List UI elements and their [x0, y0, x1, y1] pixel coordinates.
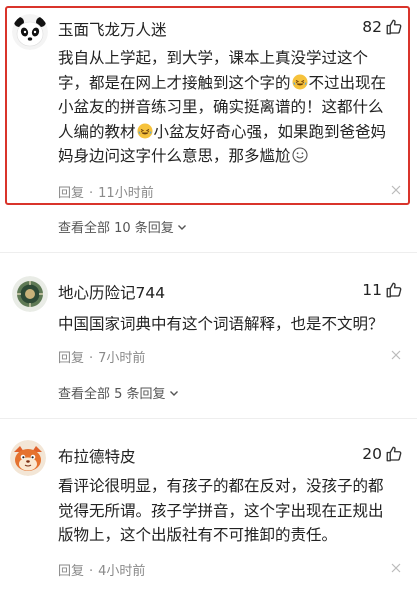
close-icon[interactable] [391, 185, 401, 195]
emblem-avatar-image [12, 276, 48, 312]
like-button[interactable]: 20 [362, 445, 403, 463]
reply-button[interactable]: 回复 [58, 186, 84, 201]
thumbs-up-icon [386, 446, 402, 462]
comment-username[interactable]: 地心历险记744 [58, 281, 165, 303]
comment-meta: 回复 · 4小时前 [58, 564, 146, 579]
comment-username[interactable]: 玉面飞龙万人迷 [58, 18, 167, 40]
expand-replies-button[interactable]: 查看全部 5 条回复 [58, 383, 180, 402]
comment-text: 看评论很明显，有孩子的都在反对，没孩子的都觉得无所谓。孩子学拼音，这个字出现在正… [58, 477, 384, 544]
cartoon-avatar-image [10, 440, 46, 476]
expand-replies-button[interactable]: 查看全部 10 条回复 [58, 217, 188, 236]
panda-avatar-image [12, 14, 48, 50]
reply-button[interactable]: 回复 [58, 351, 84, 366]
comment-text: 我自从上学起，到大学，课本上真没学过这个字，都是在网上才接触到这个字的 不过出现在… [58, 46, 398, 169]
laughing-crying-emoji [137, 123, 153, 138]
avatar-panda[interactable] [12, 14, 48, 50]
comment-username[interactable]: 布拉德特皮 [58, 445, 136, 467]
like-count: 11 [362, 281, 382, 299]
thumbs-up-icon [386, 19, 402, 35]
like-count: 20 [362, 445, 382, 463]
avatar-emblem[interactable] [12, 276, 48, 312]
like-button[interactable]: 82 [362, 18, 403, 36]
comment-time: 7小时前 [98, 351, 146, 366]
comment-time: 11小时前 [98, 186, 154, 201]
chevron-down-icon [169, 390, 178, 396]
like-count: 82 [362, 18, 382, 36]
smile-emoji [291, 147, 308, 163]
divider [0, 418, 417, 419]
expand-replies-label: 查看全部 5 条回复 [58, 387, 166, 402]
reply-button[interactable]: 回复 [58, 564, 84, 579]
comment-meta: 回复 · 7小时前 [58, 351, 146, 366]
expand-replies-label: 查看全部 10 条回复 [58, 221, 174, 236]
chevron-down-icon [177, 224, 186, 230]
avatar-cartoon[interactable] [10, 440, 46, 476]
like-button[interactable]: 11 [362, 281, 403, 299]
comment-text: 中国国家词典中有这个词语解释，也是不文明？ [58, 315, 384, 333]
comment-meta: 回复 · 11小时前 [58, 186, 154, 201]
thumbs-up-icon [386, 282, 402, 298]
divider [0, 252, 417, 253]
laughing-crying-emoji [292, 74, 308, 89]
close-icon[interactable] [391, 563, 401, 573]
close-icon[interactable] [391, 350, 401, 360]
comment-time: 4小时前 [98, 564, 146, 579]
